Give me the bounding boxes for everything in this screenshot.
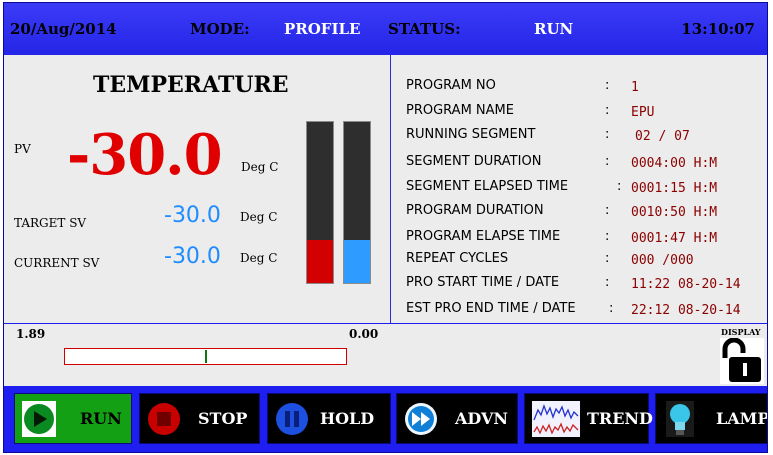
header-bar: 20/Aug/2014 MODE: PROFILE STATUS: RUN 13… bbox=[4, 3, 767, 55]
advance-button-label: ADVN bbox=[455, 409, 509, 428]
program-info-colon: : bbox=[605, 251, 610, 266]
status-value: RUN bbox=[534, 20, 574, 38]
program-info-key: REPEAT CYCLES bbox=[406, 251, 509, 266]
progress-marker bbox=[204, 350, 207, 363]
stop-button[interactable]: STOP bbox=[139, 393, 260, 444]
program-info-value: 0004:00 H:M bbox=[631, 156, 718, 171]
lightbulb-icon bbox=[662, 400, 698, 438]
play-icon bbox=[21, 400, 57, 438]
program-info-value: 0010:50 H:M bbox=[631, 205, 718, 220]
temperature-title: TEMPERATURE bbox=[93, 72, 289, 98]
pv-level-fill bbox=[307, 239, 333, 283]
advance-button[interactable]: ADVN bbox=[396, 393, 518, 444]
program-info-key: PROGRAM NO bbox=[406, 78, 496, 93]
pv-unit: Deg C bbox=[241, 160, 279, 174]
run-button[interactable]: RUN bbox=[14, 393, 132, 444]
panel-divider bbox=[390, 55, 391, 323]
current-sv-unit: Deg C bbox=[240, 251, 278, 265]
lamp-button[interactable]: LAMP bbox=[655, 393, 768, 444]
program-info-value: 22:12 08-20-14 bbox=[631, 303, 741, 318]
hold-button-label: HOLD bbox=[320, 409, 375, 428]
program-info-value: 000 /000 bbox=[631, 253, 694, 268]
hold-button[interactable]: HOLD bbox=[267, 393, 391, 444]
header-date: 20/Aug/2014 bbox=[10, 20, 117, 38]
progress-bar bbox=[64, 348, 347, 365]
target-sv-unit: Deg C bbox=[240, 210, 278, 224]
progress-right-value: 0.00 bbox=[349, 327, 379, 341]
stop-button-label: STOP bbox=[198, 409, 248, 428]
program-info-value: 0001:47 H:M bbox=[631, 231, 718, 246]
program-info-key: PRO START TIME / DATE bbox=[406, 275, 560, 290]
trend-graph-icon bbox=[531, 400, 581, 438]
current-sv-value: -30.0 bbox=[164, 244, 221, 269]
stop-icon bbox=[146, 400, 182, 438]
program-info-key: RUNNING SEGMENT bbox=[406, 127, 536, 142]
program-info-key: PROGRAM DURATION bbox=[406, 203, 544, 218]
run-button-label: RUN bbox=[80, 409, 122, 428]
program-info-colon: : bbox=[605, 203, 610, 218]
program-info-value: 1 bbox=[631, 80, 639, 95]
sv-level-fill bbox=[344, 239, 370, 283]
program-info-value: 02 / 07 bbox=[635, 129, 690, 144]
pv-level-bar bbox=[306, 121, 334, 284]
program-info-value: 0001:15 H:M bbox=[631, 181, 718, 196]
program-info-key: SEGMENT ELAPSED TIME bbox=[406, 179, 569, 194]
program-info-value: EPU bbox=[631, 105, 655, 120]
pv-value: -30.0 bbox=[67, 122, 223, 188]
program-info-key: PROGRAM NAME bbox=[406, 103, 514, 118]
status-label: STATUS: bbox=[388, 20, 461, 38]
pause-icon bbox=[274, 400, 310, 438]
sv-level-bar bbox=[343, 121, 371, 284]
program-info-colon: : bbox=[605, 275, 610, 290]
program-info-key: PROGRAM ELAPSE TIME bbox=[406, 229, 561, 244]
current-sv-label: CURRENT SV bbox=[14, 256, 100, 270]
hmi-screen: 20/Aug/2014 MODE: PROFILE STATUS: RUN 13… bbox=[3, 2, 768, 453]
unlocked-padlock-icon[interactable] bbox=[720, 337, 764, 384]
progress-left-value: 1.89 bbox=[16, 327, 46, 341]
pv-label: PV bbox=[14, 142, 31, 156]
program-info-colon: : bbox=[609, 301, 614, 316]
display-label: DISPLAY bbox=[721, 327, 761, 337]
program-info-key: EST PRO END TIME / DATE bbox=[406, 301, 576, 316]
mode-value: PROFILE bbox=[284, 20, 361, 38]
target-sv-label: TARGET SV bbox=[14, 216, 87, 230]
program-info-colon: : bbox=[617, 179, 622, 194]
target-sv-value: -30.0 bbox=[164, 203, 221, 228]
program-info-key: SEGMENT DURATION bbox=[406, 154, 542, 169]
program-info-colon: : bbox=[605, 103, 610, 118]
program-info-colon: : bbox=[605, 229, 610, 244]
trend-button[interactable]: TREND bbox=[524, 393, 653, 444]
lamp-button-label: LAMP bbox=[716, 409, 768, 428]
program-info-colon: : bbox=[605, 78, 610, 93]
program-info-value: 11:22 08-20-14 bbox=[631, 277, 741, 292]
fast-forward-icon bbox=[403, 400, 439, 438]
program-info-colon: : bbox=[605, 127, 610, 142]
program-info-colon: : bbox=[605, 154, 610, 169]
header-time: 13:10:07 bbox=[681, 20, 755, 38]
trend-button-label: TREND bbox=[587, 409, 653, 428]
mode-label: MODE: bbox=[190, 20, 250, 38]
